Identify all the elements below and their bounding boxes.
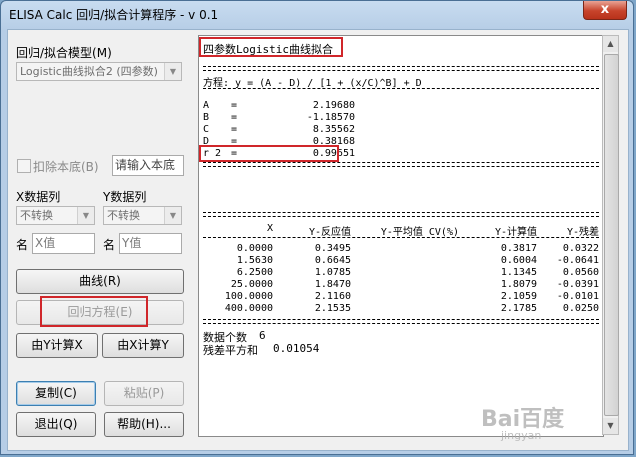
divider	[203, 162, 599, 167]
y-transform-value: 不转换	[107, 209, 140, 222]
table-cell: -0.0641	[556, 255, 599, 266]
copy-button[interactable]: 复制(C)	[16, 381, 96, 406]
table-cell: 0.0250	[562, 303, 599, 314]
help-button[interactable]: 帮助(H)...	[104, 412, 184, 437]
scroll-down-icon[interactable]: ▼	[603, 418, 618, 434]
table-cell: 100.0000	[224, 291, 273, 302]
table-cell: 1.5630	[236, 255, 273, 266]
y-data-label: Y数据列	[103, 190, 147, 204]
param-value: -1.18570	[306, 112, 355, 123]
param-name: B	[203, 112, 210, 123]
table-cell: 0.6004	[500, 255, 537, 266]
y-name-input[interactable]: Y值	[119, 233, 182, 254]
model-label: 回归/拟合模型(M)	[16, 46, 112, 60]
table-cell: -0.0391	[556, 279, 599, 290]
table-cell: 2.1160	[314, 291, 351, 302]
table-header: Y-残差	[566, 227, 599, 238]
output-textarea[interactable]: 四参数Logistic曲线拟合 方程: y = (A - D) / [1 + (…	[198, 35, 604, 437]
table-cell: -0.0101	[556, 291, 599, 302]
table-cell: 2.1535	[314, 303, 351, 314]
heading-highlight-box	[199, 37, 343, 57]
app-window: ELISA Calc 回归/拟合计算程序 - v 0.1 x 回归/拟合模型(M…	[0, 0, 634, 455]
param-eq: =	[231, 112, 238, 123]
param-value: 8.35562	[312, 124, 355, 135]
param-eq: =	[231, 100, 238, 111]
exit-button[interactable]: 退出(Q)	[16, 412, 96, 437]
table-cell: 1.1345	[500, 267, 537, 278]
divider	[203, 237, 599, 239]
baseline-input[interactable]: 请输入本底	[112, 155, 184, 176]
highlight-box	[40, 296, 148, 327]
table-header: Y-平均值 CV(%)	[380, 227, 459, 238]
table-cell: 400.0000	[224, 303, 273, 314]
chevron-down-icon[interactable]: ▼	[164, 207, 181, 224]
subtract-baseline-checkbox[interactable]	[17, 159, 31, 173]
vertical-scrollbar[interactable]: ▲ ▼	[602, 35, 619, 435]
r2-highlight-box	[199, 145, 339, 162]
divider	[203, 66, 599, 71]
table-cell: 0.0000	[236, 243, 273, 254]
close-button[interactable]: x	[583, 1, 627, 20]
table-cell: 1.8079	[500, 279, 537, 290]
table-cell: 0.0560	[562, 267, 599, 278]
x-name-label: 名	[16, 238, 29, 252]
param-name: A	[203, 100, 210, 111]
count-value: 6	[259, 329, 266, 342]
equation-text: 方程: y = (A - D) / [1 + (x/C)^B] + D	[203, 78, 422, 89]
table-cell: 6.2500	[236, 267, 273, 278]
scrollbar-thumb[interactable]	[604, 54, 619, 416]
x-transform-value: 不转换	[20, 209, 53, 222]
table-cell: 0.6645	[314, 255, 351, 266]
table-cell: 25.0000	[230, 279, 273, 290]
param-name: C	[203, 124, 210, 135]
chevron-down-icon[interactable]: ▼	[77, 207, 94, 224]
table-cell: 1.0785	[314, 267, 351, 278]
y-transform-select[interactable]: 不转换 ▼	[103, 206, 182, 225]
chevron-down-icon[interactable]: ▼	[164, 63, 181, 80]
table-cell: 2.1785	[500, 303, 537, 314]
ssr-value: 0.01054	[273, 342, 320, 355]
subtract-baseline-label: 扣除本底(B)	[33, 160, 99, 174]
param-value: 2.19680	[312, 100, 355, 111]
param-eq: =	[231, 124, 238, 135]
table-cell: 1.8470	[314, 279, 351, 290]
x-name-input[interactable]: X值	[32, 233, 95, 254]
divider	[203, 212, 599, 217]
window-title: ELISA Calc 回归/拟合计算程序 - v 0.1	[9, 8, 219, 22]
y-name-label: 名	[103, 238, 116, 252]
model-select[interactable]: Logistic曲线拟合2 (四参数) ▼	[16, 62, 182, 81]
title-bar[interactable]: ELISA Calc 回归/拟合计算程序 - v 0.1 x	[1, 1, 633, 27]
model-select-value: Logistic曲线拟合2 (四参数)	[20, 65, 158, 78]
paste-button[interactable]: 粘贴(P)	[104, 381, 184, 406]
table-cell: 0.3817	[500, 243, 537, 254]
divider	[203, 319, 599, 324]
curve-button[interactable]: 曲线(R)	[16, 269, 184, 294]
table-header: Y-反应值	[308, 227, 351, 238]
divider	[203, 88, 599, 90]
table-cell: 2.1059	[500, 291, 537, 302]
scroll-up-icon[interactable]: ▲	[603, 36, 618, 52]
calc-x-from-y-button[interactable]: 由Y计算X	[16, 333, 98, 358]
table-cell: 0.0322	[562, 243, 599, 254]
ssr-label: 残差平方和	[203, 344, 258, 357]
table-header: Y-计算值	[494, 227, 537, 238]
x-data-label: X数据列	[16, 190, 61, 204]
table-header: X	[266, 223, 273, 234]
watermark-logo: Bai百度 jingyan	[481, 401, 564, 442]
client-area: 回归/拟合模型(M) Logistic曲线拟合2 (四参数) ▼ 扣除本底(B)…	[7, 29, 629, 451]
x-transform-select[interactable]: 不转换 ▼	[16, 206, 95, 225]
calc-y-from-x-button[interactable]: 由X计算Y	[102, 333, 184, 358]
table-cell: 0.3495	[314, 243, 351, 254]
